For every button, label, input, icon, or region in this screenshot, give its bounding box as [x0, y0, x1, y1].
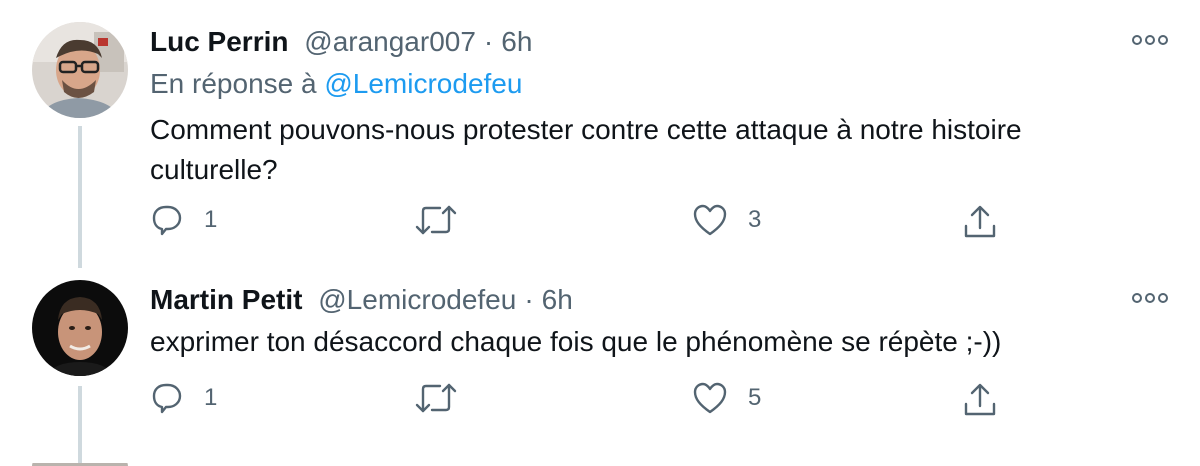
reply-count: 1: [204, 206, 218, 233]
avatar-martin-petit[interactable]: [32, 280, 128, 376]
tweet-text: exprimer ton désaccord chaque fois que l…: [150, 326, 1002, 357]
share-button[interactable]: [962, 380, 998, 420]
timestamp[interactable]: 6h: [501, 26, 532, 57]
tweet-header: Luc Perrin @arangar007 · 6h: [150, 25, 532, 59]
reply-count: 1: [204, 384, 218, 411]
tweet-text: Comment pouvons-nous protester contre ce…: [150, 114, 1022, 185]
like-count: 3: [748, 206, 762, 233]
thread-line: [78, 126, 82, 268]
retweet-button[interactable]: [414, 378, 478, 418]
separator: ·: [483, 26, 494, 57]
reply-button[interactable]: 1: [150, 200, 217, 240]
heart-icon: [693, 204, 727, 236]
thread-line: [78, 386, 82, 466]
like-button[interactable]: 3: [692, 200, 761, 240]
more-icon[interactable]: [1132, 30, 1168, 50]
reply-icon: [152, 205, 182, 236]
author-name[interactable]: Martin Petit: [150, 284, 302, 315]
timestamp[interactable]: 6h: [542, 284, 573, 315]
reply-mention-link[interactable]: @Lemicrodefeu: [324, 68, 522, 99]
avatar-next-tweet[interactable]: [32, 458, 128, 466]
share-icon: [964, 383, 996, 416]
author-handle[interactable]: @arangar007: [304, 26, 476, 57]
separator: ·: [524, 284, 534, 315]
tweet-header: Martin Petit @Lemicrodefeu · 6h: [150, 283, 573, 317]
like-count: 5: [748, 384, 762, 411]
tweet-1[interactable]: Luc Perrin @arangar007 · 6h En réponse à @…: [0, 0, 1200, 280]
reply-context: En réponse à @Lemicrodefeu: [150, 67, 522, 101]
more-icon[interactable]: [1132, 288, 1168, 308]
avatar-luc-perrin[interactable]: [32, 22, 128, 118]
reply-prefix: En réponse à: [150, 68, 317, 99]
author-name[interactable]: Luc Perrin: [150, 26, 288, 57]
heart-icon: [693, 382, 727, 414]
avatar-image: [32, 22, 128, 118]
share-button[interactable]: [962, 202, 998, 242]
share-icon: [964, 205, 996, 238]
avatar-image: [32, 280, 128, 376]
reply-button[interactable]: 1: [150, 378, 217, 418]
retweet-button[interactable]: [414, 200, 478, 240]
retweet-icon: [415, 383, 457, 413]
retweet-icon: [415, 205, 457, 235]
like-button[interactable]: 5: [692, 378, 761, 418]
tweet-2[interactable]: Martin Petit @Lemicrodefeu · 6h exprimer t…: [0, 280, 1200, 466]
reply-icon: [152, 383, 182, 414]
author-handle[interactable]: @Lemicrodefeu: [318, 284, 516, 315]
